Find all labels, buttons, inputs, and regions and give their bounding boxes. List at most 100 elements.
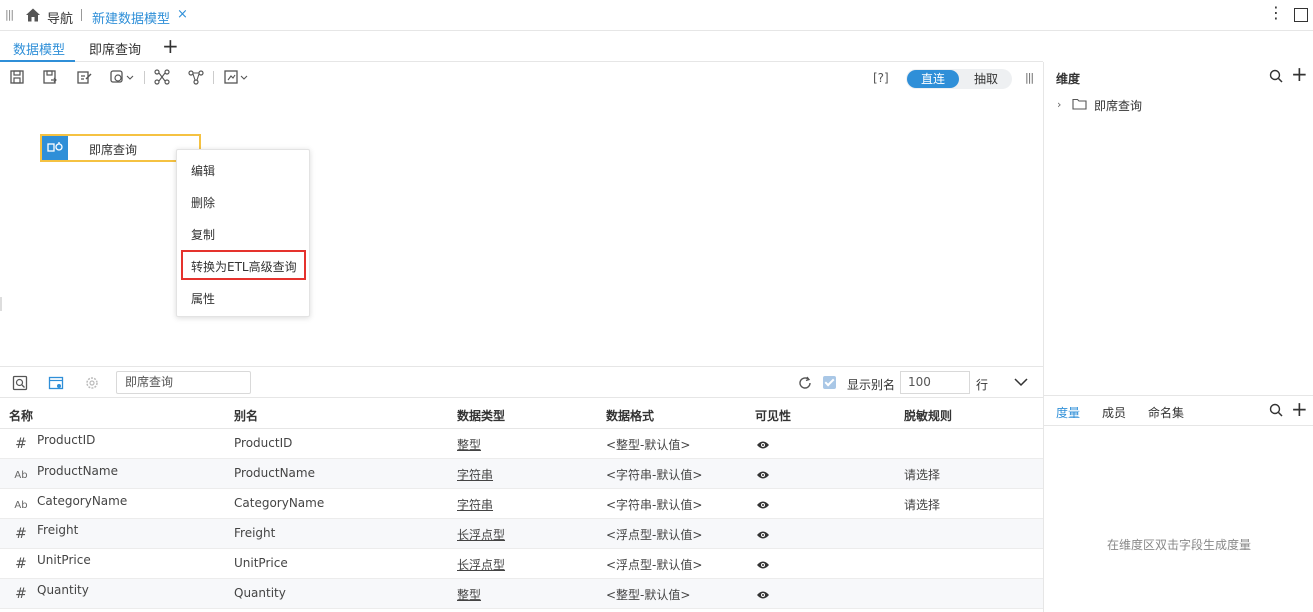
field-name: UnitPrice (37, 553, 91, 567)
table-row[interactable]: Ab CategoryName CategoryName 字符串 <字符串-默认值> 请选… (0, 489, 1043, 519)
connection-mode-toggle[interactable]: 直连 抽取 (906, 69, 1012, 89)
tab-data-model[interactable]: 数据模型 (13, 39, 65, 58)
visibility-eye-icon[interactable] (756, 590, 770, 600)
add-tab-button[interactable]: + (162, 34, 179, 58)
extract-option[interactable]: 抽取 (961, 70, 1011, 88)
table-row[interactable]: # ProductID ProductID 整型 <整型-默认值> (0, 429, 1043, 459)
model-canvas[interactable]: 即席查询 编辑 删除 复制 转换为ETL高级查询 属性 (0, 92, 1043, 367)
field-alias[interactable]: ProductName (234, 466, 315, 480)
field-data-type[interactable]: 整型 (457, 586, 481, 603)
model-toolbar: [?] 直连 抽取 ||| (0, 62, 1043, 92)
visibility-eye-icon[interactable] (756, 530, 770, 540)
query-name-input[interactable]: 即席查询 (116, 371, 251, 394)
field-data-type[interactable]: 字符串 (457, 496, 493, 513)
field-masking-rule[interactable]: 请选择 (904, 466, 940, 483)
add-measure-button[interactable]: + (1291, 399, 1308, 419)
column-header[interactable]: 可见性 (755, 407, 791, 424)
home-icon[interactable] (25, 7, 41, 23)
data-source-dropdown-icon[interactable] (109, 69, 137, 85)
column-header[interactable]: 名称 (9, 407, 33, 424)
search-icon[interactable] (1269, 69, 1283, 83)
divider (213, 71, 214, 84)
table-row[interactable]: # UnitPrice UnitPrice 长浮点型 <浮点型-默认值> (0, 549, 1043, 579)
table-row[interactable]: Ab ProductName ProductName 字符串 <字符串-默认值> 请选择 (0, 459, 1043, 489)
number-icon: # (15, 556, 27, 572)
empty-measure-hint: 在维度区双击字段生成度量 (1106, 538, 1251, 552)
divider (144, 71, 145, 84)
search-icon[interactable] (1269, 403, 1283, 417)
table-row[interactable]: # Quantity Quantity 整型 <整型-默认值> (0, 579, 1043, 609)
resize-handle[interactable] (0, 297, 2, 311)
tab-member[interactable]: 成员 (1102, 404, 1126, 421)
close-tab-icon[interactable]: × (177, 7, 188, 22)
visibility-eye-icon[interactable] (756, 560, 770, 570)
table-row[interactable]: # Freight Freight 长浮点型 <浮点型-默认值> (0, 519, 1043, 549)
table-header: 名称 别名 数据类型 数据格式 可见性 脱敏规则 (0, 398, 1043, 429)
rows-count-input[interactable]: 100 (900, 371, 970, 394)
column-header[interactable]: 数据格式 (606, 407, 654, 424)
help-button[interactable]: [?] (873, 71, 889, 85)
field-data-format[interactable]: <浮点型-默认值> (606, 556, 702, 573)
field-data-format[interactable]: <字符串-默认值> (606, 466, 702, 483)
edit-icon[interactable] (76, 69, 92, 85)
field-alias[interactable]: CategoryName (234, 496, 324, 510)
field-data-type[interactable]: 整型 (457, 436, 481, 453)
join-icon[interactable] (188, 69, 204, 85)
show-alias-label: 显示别名 (847, 378, 896, 392)
chevron-down-icon[interactable] (1013, 374, 1029, 390)
field-alias[interactable]: Quantity (234, 586, 286, 600)
field-data-format[interactable]: <字符串-默认值> (606, 496, 702, 513)
field-data-type[interactable]: 长浮点型 (457, 556, 505, 573)
menu-item-edit[interactable]: 编辑 (191, 162, 215, 179)
number-icon: # (15, 526, 27, 542)
field-data-format[interactable]: <整型-默认值> (606, 436, 690, 453)
save-icon[interactable] (9, 69, 25, 85)
menu-item-copy[interactable]: 复制 (191, 226, 215, 243)
save-as-icon[interactable] (42, 69, 58, 85)
show-alias-checkbox[interactable] (823, 376, 836, 389)
panel-grip-icon[interactable]: ||| (1025, 71, 1034, 84)
chevron-right-icon[interactable]: › (1057, 98, 1061, 111)
field-masking-rule[interactable]: 请选择 (904, 496, 940, 513)
field-alias[interactable]: Freight (234, 526, 275, 540)
column-header[interactable]: 脱敏规则 (904, 407, 952, 424)
field-alias[interactable]: UnitPrice (234, 556, 288, 570)
tab-named-set[interactable]: 命名集 (1148, 404, 1184, 421)
field-toolbar: 即席查询 显示别名 100 行 (0, 368, 1043, 398)
divider (81, 9, 82, 21)
maximize-icon[interactable] (1294, 8, 1308, 22)
column-header[interactable]: 别名 (234, 407, 258, 424)
dimension-title: 维度 (1056, 72, 1081, 86)
tab-measure[interactable]: 度量 (1056, 404, 1080, 421)
refresh-icon[interactable] (797, 375, 813, 391)
rows-unit-label: 行 (976, 378, 989, 392)
tree-item-label: 即席查询 (1094, 99, 1143, 113)
tab-new-data-model[interactable]: 新建数据模型 (92, 8, 170, 27)
sub-tabs: 数据模型 即席查询 + (0, 31, 1043, 62)
field-data-type[interactable]: 字符串 (457, 466, 493, 483)
menu-grip-icon[interactable]: ||| (5, 8, 14, 21)
gear-icon[interactable] (84, 375, 100, 391)
export-dropdown-icon[interactable] (223, 69, 251, 85)
menu-item-properties[interactable]: 属性 (191, 290, 215, 307)
column-header[interactable]: 数据类型 (457, 407, 505, 424)
add-dimension-button[interactable]: + (1291, 64, 1308, 84)
field-data-format[interactable]: <浮点型-默认值> (606, 526, 702, 543)
visibility-eye-icon[interactable] (756, 470, 770, 480)
visibility-eye-icon[interactable] (756, 440, 770, 450)
field-alias[interactable]: ProductID (234, 436, 292, 450)
nav-label[interactable]: 导航 (47, 8, 73, 27)
query-type-icon (47, 142, 63, 152)
field-name: Freight (37, 523, 79, 537)
field-name: ProductName (37, 464, 118, 478)
preview-icon[interactable] (12, 375, 28, 391)
visibility-eye-icon[interactable] (756, 500, 770, 510)
direct-connect-option[interactable]: 直连 (907, 70, 959, 88)
field-data-type[interactable]: 长浮点型 (457, 526, 505, 543)
field-data-format[interactable]: <整型-默认值> (606, 586, 690, 603)
tab-ad-hoc-query[interactable]: 即席查询 (89, 39, 141, 58)
menu-item-delete[interactable]: 删除 (191, 194, 215, 211)
relation-icon[interactable] (154, 69, 170, 85)
field-settings-icon[interactable] (48, 375, 64, 391)
more-options-icon[interactable]: ⋮ (1268, 5, 1284, 21)
